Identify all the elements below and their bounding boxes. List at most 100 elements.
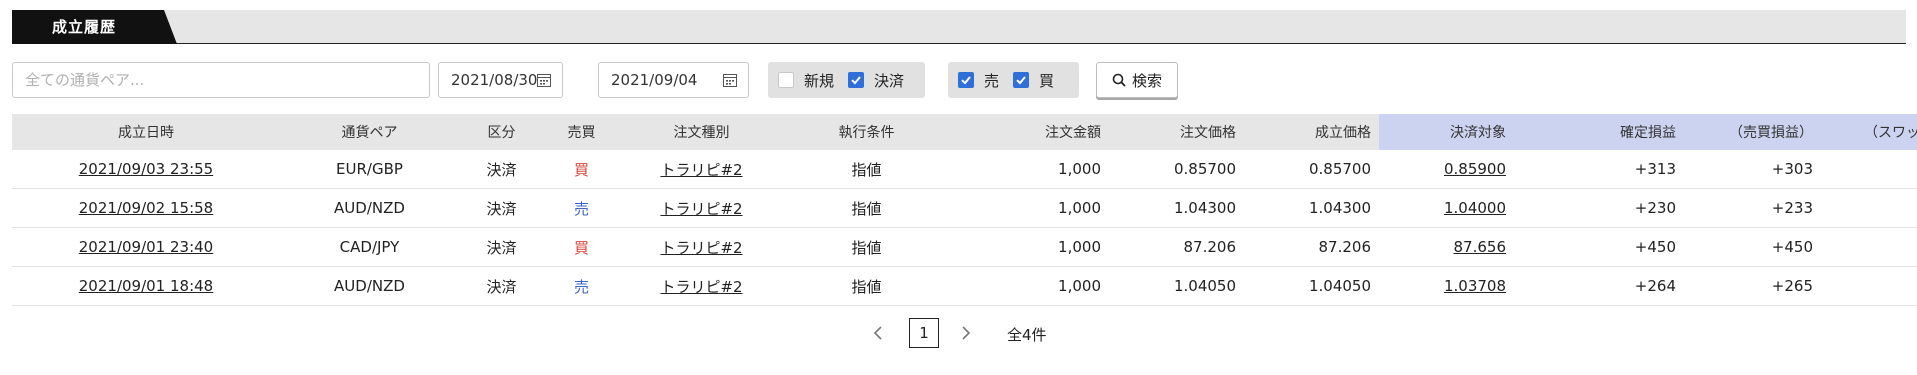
cell-side-value: 売 bbox=[573, 277, 589, 296]
col-header-settlement-target: 決済対象 bbox=[1379, 114, 1514, 150]
cell-order-price-value: 1.04300 bbox=[1173, 199, 1236, 217]
cell-category: 決済 bbox=[459, 150, 544, 189]
col-header-executed-at: 成立日時 bbox=[12, 114, 280, 150]
cell-order-amount-value: 1,000 bbox=[1058, 277, 1101, 295]
title-bar: 成立履歴 bbox=[12, 10, 1906, 44]
cell-order-price-value: 87.206 bbox=[1183, 238, 1237, 256]
cell-execution-condition-value: 指値 bbox=[851, 160, 882, 179]
cell-realized-pl-value: +450 bbox=[1634, 238, 1676, 256]
date-to-field[interactable]: 2021/09/04 bbox=[598, 62, 749, 98]
cell-executed-price-value: 1.04050 bbox=[1308, 277, 1371, 295]
cell-trade-pl-value: +233 bbox=[1771, 199, 1813, 217]
cell-execution-condition: 指値 bbox=[784, 188, 949, 228]
checkbox-new[interactable]: 新規 bbox=[778, 70, 834, 91]
cell-settlement-target-link[interactable]: 1.04000 bbox=[1444, 199, 1506, 217]
cell-execution-condition-value: 指値 bbox=[851, 199, 882, 218]
chevron-right-icon[interactable] bbox=[958, 323, 974, 343]
cell-realized-pl: +450 bbox=[1514, 227, 1684, 267]
cell-settlement-target-link[interactable]: 87.656 bbox=[1454, 238, 1507, 256]
cell-order-amount: 1,000 bbox=[949, 266, 1109, 306]
checkbox-settle[interactable]: 決済 bbox=[848, 70, 904, 91]
cell-realized-pl: +313 bbox=[1514, 150, 1684, 189]
cell-order-type-link[interactable]: トラリピ#2 bbox=[660, 278, 742, 296]
cell-category-value: 決済 bbox=[486, 277, 517, 296]
checkbox-unchecked-icon[interactable] bbox=[778, 72, 794, 88]
cell-settlement-target-link[interactable]: 0.85900 bbox=[1444, 160, 1506, 178]
cell-executed-at: 2021/09/01 23:40 bbox=[12, 227, 280, 267]
checkbox-buy-label: 買 bbox=[1039, 71, 1055, 90]
search-button-label: 検索 bbox=[1131, 71, 1162, 90]
cell-executed-at-link[interactable]: 2021/09/01 23:40 bbox=[79, 238, 213, 256]
cell-swap: - bbox=[1821, 227, 1917, 267]
cell-category: 決済 bbox=[459, 227, 544, 267]
cell-swap: -3 bbox=[1821, 188, 1917, 228]
cell-order-type: トラリピ#2 bbox=[619, 150, 784, 189]
cell-currency-pair-value: CAD/JPY bbox=[339, 238, 400, 256]
cell-order-amount: 1,000 bbox=[949, 188, 1109, 228]
cell-settlement-target-link[interactable]: 1.03708 bbox=[1444, 277, 1506, 295]
cell-execution-condition-value: 指値 bbox=[851, 277, 882, 296]
cell-executed-price-value: 1.04300 bbox=[1308, 199, 1371, 217]
cell-side: 売 bbox=[544, 266, 619, 306]
checkbox-sell[interactable]: 売 bbox=[958, 70, 999, 91]
total-count: 全4件 bbox=[1007, 326, 1047, 344]
cell-swap: -1 bbox=[1821, 266, 1917, 306]
trade-history-page: 成立履歴 2021/08/30 2021/09/04 bbox=[0, 0, 1917, 375]
cell-trade-pl: +303 bbox=[1684, 150, 1821, 189]
cell-settlement-target: 0.85900 bbox=[1379, 150, 1514, 189]
cell-order-type-link[interactable]: トラリピ#2 bbox=[660, 239, 742, 257]
cell-trade-pl-value: +303 bbox=[1771, 160, 1813, 178]
col-header-swap: （スワップ） bbox=[1821, 114, 1917, 150]
checkbox-sell-label: 売 bbox=[984, 71, 1000, 90]
calendar-icon[interactable] bbox=[723, 73, 737, 87]
checkbox-checked-icon[interactable] bbox=[958, 72, 974, 88]
cell-side: 買 bbox=[544, 227, 619, 267]
pagination: 1 全4件 bbox=[12, 315, 1906, 355]
cell-executed-price: 1.04050 bbox=[1244, 266, 1379, 306]
cell-order-price: 1.04300 bbox=[1109, 188, 1244, 228]
cell-order-price-value: 0.85700 bbox=[1173, 160, 1236, 178]
cell-executed-at: 2021/09/03 23:55 bbox=[12, 150, 280, 189]
cell-order-amount: 1,000 bbox=[949, 227, 1109, 267]
filter-bar: 2021/08/30 2021/09/04 bbox=[12, 62, 1906, 104]
cell-currency-pair-value: AUD/NZD bbox=[334, 199, 405, 217]
checkbox-settle-label: 決済 bbox=[874, 71, 905, 90]
cell-order-type-link[interactable]: トラリピ#2 bbox=[660, 161, 742, 179]
cell-execution-condition: 指値 bbox=[784, 266, 949, 306]
cell-executed-price-value: 87.206 bbox=[1318, 238, 1372, 256]
table-row: 2021/09/02 15:58 AUD/NZD 決済 売 トラリピ#2 指値 1,000 1… bbox=[12, 188, 1917, 228]
cell-executed-at-link[interactable]: 2021/09/01 18:48 bbox=[79, 277, 213, 295]
calendar-icon[interactable] bbox=[537, 73, 551, 87]
cell-order-type: トラリピ#2 bbox=[619, 188, 784, 228]
col-header-order-amount: 注文金額 bbox=[949, 114, 1109, 150]
col-header-executed-price: 成立価格 bbox=[1244, 114, 1379, 150]
cell-order-type-link[interactable]: トラリピ#2 bbox=[660, 200, 742, 218]
cell-side-value: 売 bbox=[573, 199, 589, 218]
chevron-left-icon[interactable] bbox=[870, 323, 886, 343]
checkbox-checked-icon[interactable] bbox=[848, 72, 865, 88]
search-button[interactable]: 検索 bbox=[1096, 62, 1178, 98]
cell-trade-pl: +265 bbox=[1684, 266, 1821, 306]
cell-executed-at-link[interactable]: 2021/09/02 15:58 bbox=[79, 199, 213, 217]
cell-trade-pl: +233 bbox=[1684, 188, 1821, 228]
cell-side: 買 bbox=[544, 150, 619, 189]
checkbox-buy[interactable]: 買 bbox=[1013, 70, 1054, 91]
cell-category: 決済 bbox=[459, 188, 544, 228]
cell-order-type: トラリピ#2 bbox=[619, 227, 784, 267]
order-type-filter: 新規 決済 bbox=[768, 62, 925, 98]
currency-pair-input[interactable] bbox=[12, 62, 430, 98]
cell-currency-pair: AUD/NZD bbox=[280, 266, 459, 306]
date-from-field[interactable]: 2021/08/30 bbox=[438, 62, 563, 98]
cell-order-price: 87.206 bbox=[1109, 227, 1244, 267]
cell-category-value: 決済 bbox=[486, 238, 517, 257]
table-row: 2021/09/03 23:55 EUR/GBP 決済 買 トラリピ#2 指値 1,000 0… bbox=[12, 150, 1917, 189]
cell-realized-pl-value: +313 bbox=[1634, 160, 1676, 178]
cell-order-amount-value: 1,000 bbox=[1058, 238, 1101, 256]
cell-order-price-value: 1.04050 bbox=[1173, 277, 1236, 295]
cell-executed-at-link[interactable]: 2021/09/03 23:55 bbox=[79, 160, 213, 178]
cell-realized-pl: +264 bbox=[1514, 266, 1684, 306]
cell-realized-pl-value: +264 bbox=[1634, 277, 1676, 295]
page-number-current[interactable]: 1 bbox=[909, 318, 939, 348]
cell-realized-pl: +230 bbox=[1514, 188, 1684, 228]
checkbox-checked-icon[interactable] bbox=[1013, 72, 1030, 88]
